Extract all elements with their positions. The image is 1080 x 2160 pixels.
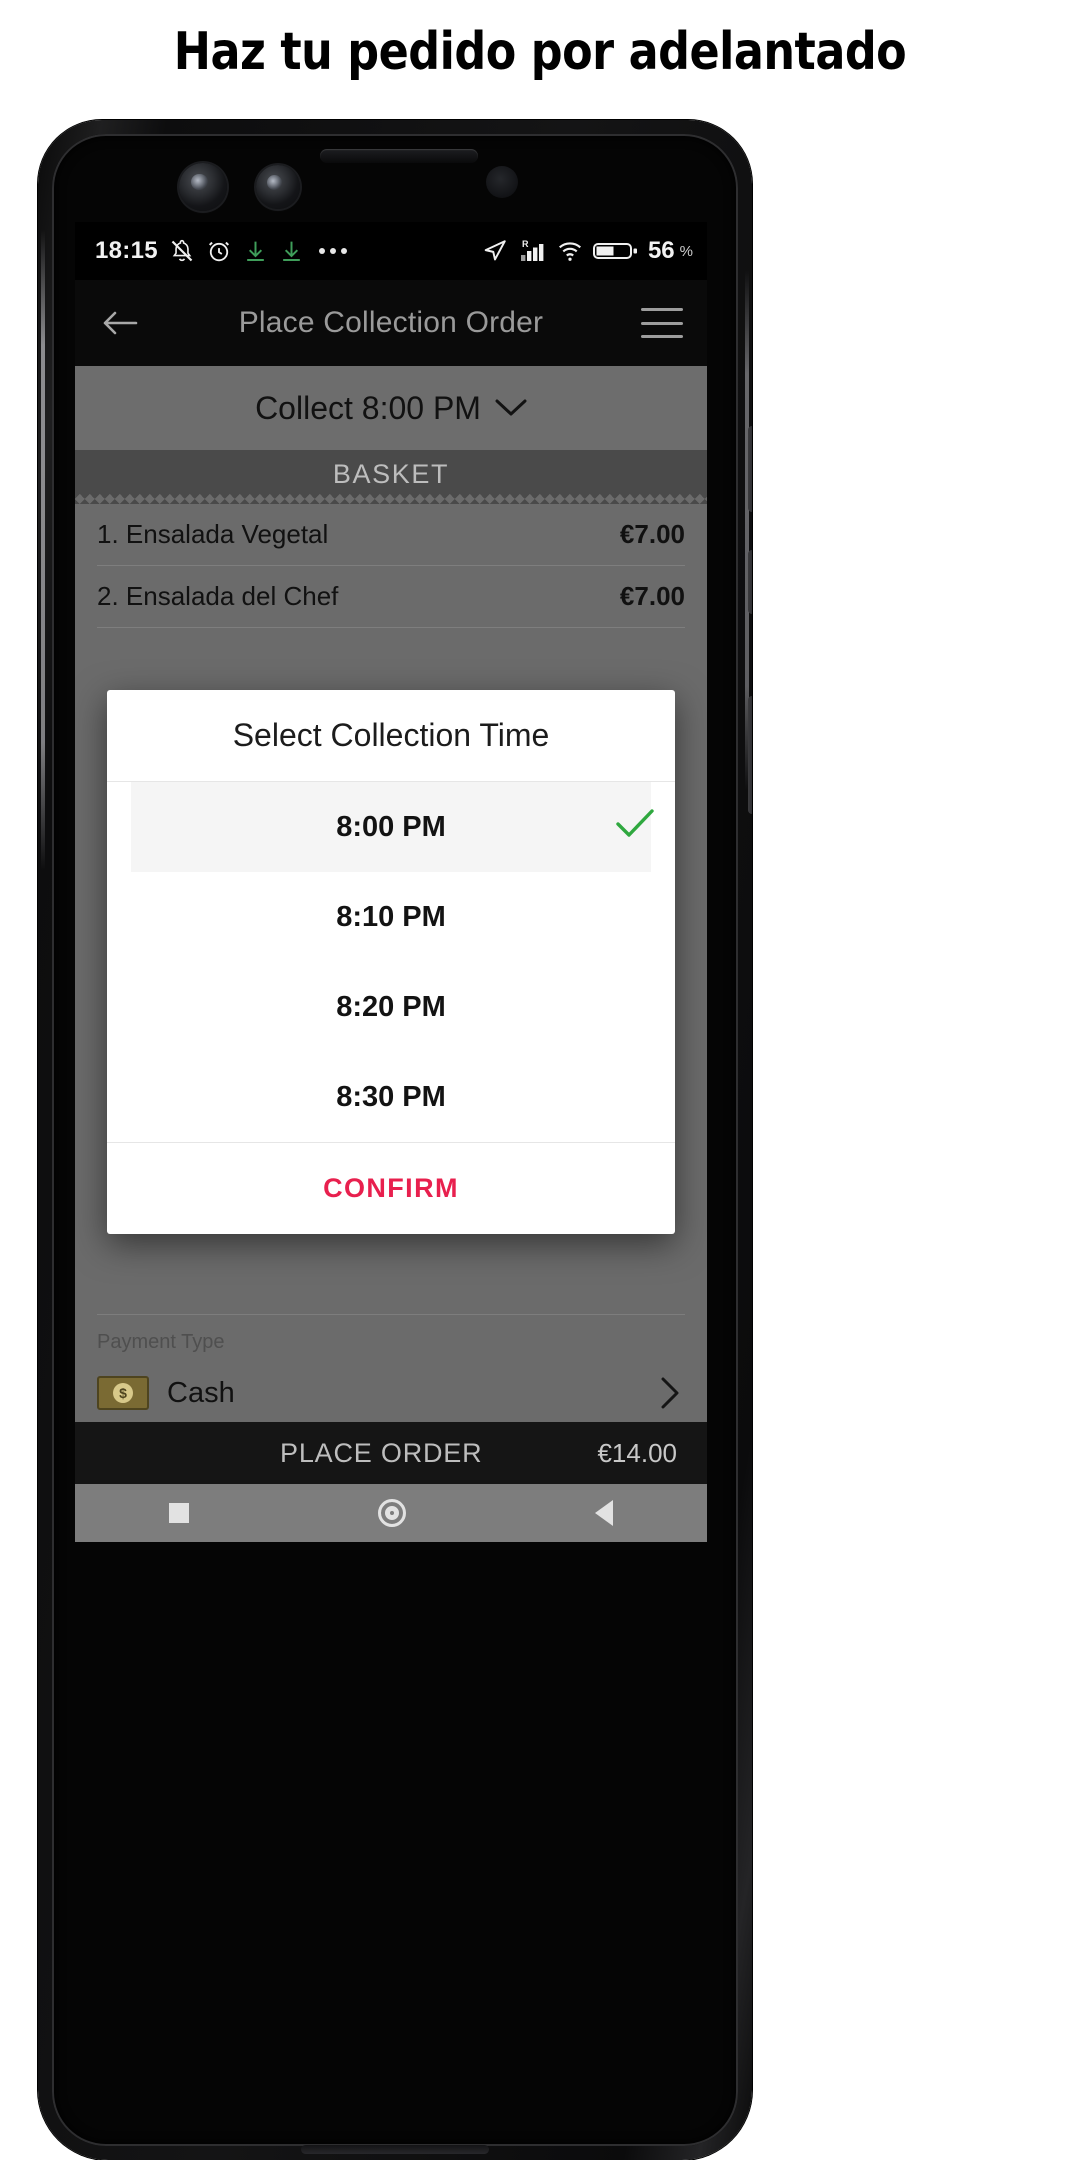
select-collection-time-dialog: Select Collection Time 8:00 PM 8:10 PM 8… xyxy=(107,690,675,1234)
payment-method-row[interactable]: $ Cash xyxy=(97,1364,685,1422)
download-arrow-icon xyxy=(283,241,300,261)
basket-item-price: €7.00 xyxy=(619,519,685,549)
basket-item-price: €7.00 xyxy=(619,581,685,611)
wifi-icon xyxy=(558,242,581,261)
status-bar: 18:15 R 56 % xyxy=(75,222,707,280)
chevron-right-icon xyxy=(661,1377,679,1409)
basket-item-name: 2. Ensalada del Chef xyxy=(97,581,339,611)
payment-type-label: Payment Type xyxy=(97,1331,225,1353)
page-title: Haz tu pedido por adelantado xyxy=(173,22,907,82)
time-option-label: 8:00 PM xyxy=(336,810,446,843)
signal-bars-roaming-icon: R xyxy=(520,239,544,261)
front-camera-lens-secondary-icon xyxy=(256,165,300,209)
payment-divider xyxy=(97,1314,685,1315)
basket-row[interactable]: 1. Ensalada Vegetal €7.00 xyxy=(97,504,685,566)
earpiece-speaker xyxy=(320,149,478,163)
place-order-button[interactable]: PLACE ORDER €14.00 xyxy=(75,1422,707,1484)
time-option-label: 8:20 PM xyxy=(336,990,446,1023)
time-option[interactable]: 8:30 PM xyxy=(107,1052,675,1142)
time-option[interactable]: 8:20 PM xyxy=(107,962,675,1052)
collect-time-selector[interactable]: Collect 8:00 PM xyxy=(75,366,707,450)
proximity-sensor xyxy=(486,166,518,198)
phone-screen: 18:15 R 56 % Place Collection Order Coll… xyxy=(75,222,707,1542)
app-bar-title: Place Collection Order xyxy=(238,306,544,339)
hamburger-icon[interactable] xyxy=(641,308,683,338)
front-camera-lens-icon xyxy=(179,163,227,211)
confirm-button[interactable]: CONFIRM xyxy=(323,1173,459,1204)
time-option-label: 8:10 PM xyxy=(336,900,446,933)
money-icon: $ xyxy=(97,1376,149,1410)
circle-home-icon[interactable] xyxy=(377,1499,406,1527)
android-navigation-bar xyxy=(75,1484,707,1542)
alarm-clock-icon xyxy=(208,241,229,262)
app-bar: Place Collection Order xyxy=(75,280,707,366)
time-option-selected[interactable]: 8:00 PM xyxy=(131,782,654,872)
bell-off-icon xyxy=(171,239,193,262)
battery-icon xyxy=(592,243,637,259)
volume-up-button[interactable] xyxy=(748,550,752,614)
basket-header: BASKET xyxy=(75,450,707,498)
payment-section: Payment Type $ Cash xyxy=(75,1314,707,1422)
dialog-option-list: 8:00 PM 8:10 PM 8:20 PM 8:30 PM xyxy=(107,782,675,1142)
status-bar-left-group: 18:15 xyxy=(95,222,347,280)
receipt-zigzag-edge xyxy=(75,494,707,504)
chevron-down-icon xyxy=(495,399,527,416)
time-option[interactable]: 8:10 PM xyxy=(107,872,675,962)
phone-edge-highlight-left xyxy=(41,230,45,870)
download-arrow-icon xyxy=(247,241,264,261)
place-order-label: PLACE ORDER xyxy=(280,1437,483,1468)
dialog-title: Select Collection Time xyxy=(107,690,675,782)
check-icon xyxy=(613,806,657,848)
dialog-footer: CONFIRM xyxy=(107,1142,675,1234)
basket-item-list: 1. Ensalada Vegetal €7.00 2. Ensalada de… xyxy=(75,504,707,628)
svg-text:R: R xyxy=(522,239,529,249)
status-bar-right-group: R 56 % xyxy=(482,222,693,280)
phone-device-frame: 18:15 R 56 % Place Collection Order Coll… xyxy=(38,120,752,2160)
triangle-back-icon[interactable] xyxy=(594,1500,613,1526)
more-dots-icon xyxy=(318,248,347,254)
bottom-speaker-grille xyxy=(301,2145,489,2154)
power-button[interactable] xyxy=(748,426,752,512)
time-option-label: 8:30 PM xyxy=(336,1080,446,1113)
collect-time-label: Collect 8:00 PM xyxy=(255,389,481,426)
basket-item-name: 1. Ensalada Vegetal xyxy=(97,519,329,549)
status-clock: 18:15 xyxy=(95,237,158,264)
order-total: €14.00 xyxy=(597,1437,677,1468)
payment-method-name: Cash xyxy=(167,1376,235,1409)
battery-percent: 56 xyxy=(647,237,675,264)
volume-down-button[interactable] xyxy=(748,696,752,814)
battery-percent-unit: % xyxy=(679,242,693,260)
location-arrow-icon xyxy=(484,240,506,261)
square-recents-icon[interactable] xyxy=(169,1503,190,1523)
basket-row[interactable]: 2. Ensalada del Chef €7.00 xyxy=(97,566,685,628)
